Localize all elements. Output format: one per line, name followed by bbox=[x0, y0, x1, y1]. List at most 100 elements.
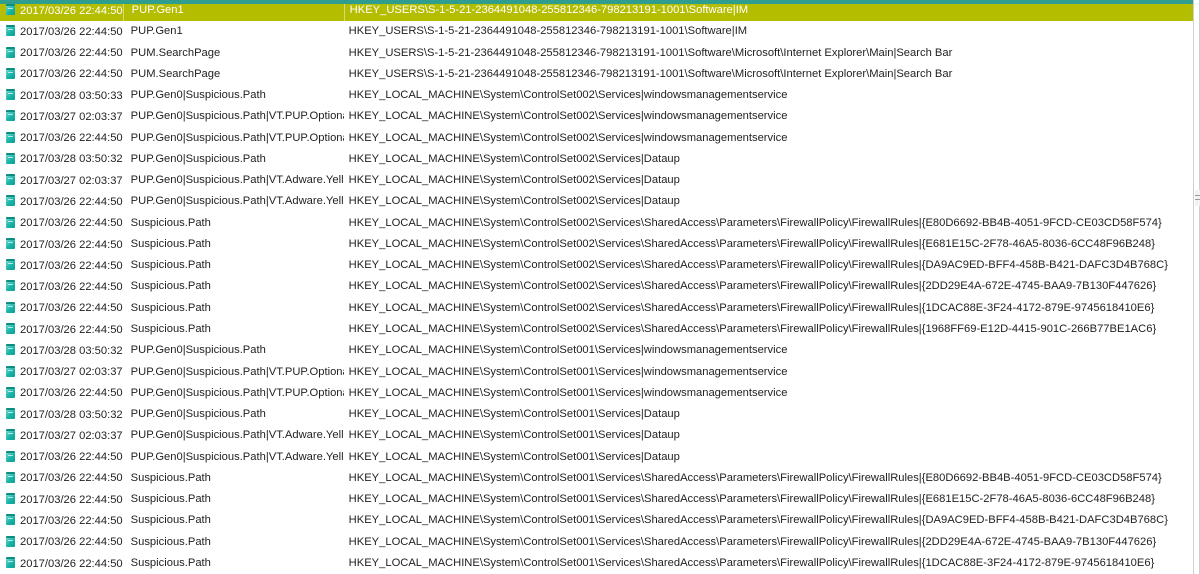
cell-threat-type: Suspicious.Path bbox=[130, 493, 211, 506]
table-row[interactable]: 2017/03/26 22:44:50 PUP.Gen0|Suspicious.P… bbox=[0, 382, 1193, 405]
registry-key-icon-glyph bbox=[6, 514, 15, 526]
registry-key-icon-glyph bbox=[6, 46, 15, 58]
cell-registry-path: HKEY_USERS\S-1-5-21-2364491048-255812346… bbox=[348, 67, 953, 80]
cell-threat-type: Suspicious.Path bbox=[130, 216, 211, 229]
cell-registry-path: HKEY_LOCAL_MACHINE\System\ControlSet001\… bbox=[348, 365, 788, 378]
cell-threat-type: PUP.Gen0|Suspicious.Path|VT.Adware.Yello… bbox=[130, 195, 344, 208]
cell-threat-type: Suspicious.Path bbox=[130, 322, 211, 335]
cell-detection-date: 2017/03/26 22:44:50 bbox=[20, 515, 123, 527]
table-row[interactable]: 2017/03/26 22:44:50 Suspicious.Path HKEY_L… bbox=[0, 510, 1193, 532]
registry-key-icon-glyph bbox=[6, 89, 15, 101]
registry-key-icon bbox=[0, 21, 20, 42]
cell-detection-date: 2017/03/26 22:44:50 bbox=[20, 557, 123, 570]
cell-threat-type: PUP.Gen0|Suspicious.Path|VT.PUP.Optional… bbox=[130, 131, 344, 144]
table-row[interactable]: 2017/03/26 22:44:50 Suspicious.Path HKEY_L… bbox=[0, 531, 1193, 553]
table-row[interactable]: 2017/03/26 22:44:50 Suspicious.Path HKEY_L… bbox=[0, 489, 1193, 511]
table-row[interactable]: 2017/03/26 22:44:50 PUP.Gen1 HKEY_USERS\S-… bbox=[0, 21, 1193, 43]
cell-registry-path: HKEY_LOCAL_MACHINE\System\ControlSet002\… bbox=[348, 280, 1157, 293]
cell-detection-date: 2017/03/26 22:44:50 bbox=[20, 323, 123, 336]
registry-key-icon-glyph bbox=[6, 556, 15, 568]
cell-threat-type: Suspicious.Path bbox=[130, 471, 211, 484]
registry-key-icon-glyph bbox=[6, 174, 15, 186]
registry-key-icon-glyph bbox=[6, 493, 15, 505]
table-row[interactable]: 2017/03/28 03:50:32 PUP.Gen0|Suspicious.P… bbox=[0, 148, 1193, 171]
cell-threat-type: Suspicious.Path bbox=[130, 237, 211, 250]
cell-threat-type: PUM.SearchPage bbox=[130, 46, 221, 59]
cell-threat-type: PUP.Gen0|Suspicious.Path bbox=[130, 89, 266, 102]
cell-registry-path: HKEY_LOCAL_MACHINE\System\ControlSet002\… bbox=[348, 110, 788, 123]
cell-detection-date: 2017/03/28 03:50:32 bbox=[20, 153, 123, 166]
cell-threat-type: PUP.Gen0|Suspicious.Path bbox=[130, 408, 266, 421]
vertical-scrollbar-thumb[interactable] bbox=[1195, 190, 1200, 206]
registry-key-icon bbox=[0, 234, 20, 255]
cell-registry-path: HKEY_LOCAL_MACHINE\System\ControlSet001\… bbox=[348, 429, 680, 442]
table-row[interactable]: 2017/03/26 22:44:50 Suspicious.Path HKEY_L… bbox=[0, 318, 1193, 341]
table-row[interactable]: 2017/03/26 22:44:50 Suspicious.Path HKEY_L… bbox=[0, 233, 1193, 256]
cell-registry-path: HKEY_USERS\S-1-5-21-2364491048-255812346… bbox=[348, 25, 748, 38]
table-row[interactable]: 2017/03/28 03:50:32 PUP.Gen0|Suspicious.P… bbox=[0, 340, 1193, 362]
table-row[interactable]: 2017/03/26 22:44:50 PUM.SearchPage HKEY_US… bbox=[0, 42, 1193, 64]
registry-key-icon bbox=[0, 106, 20, 127]
cell-threat-type: Suspicious.Path bbox=[130, 259, 211, 272]
scan-results-table[interactable]: 2017/03/26 22:44:50 PUP.Gen1 HKEY_USERS\S-… bbox=[0, 0, 1193, 574]
cell-detection-date: 2017/03/27 02:03:37 bbox=[20, 174, 123, 187]
cell-detection-date: 2017/03/26 22:44:50 bbox=[20, 47, 123, 60]
table-row[interactable]: 2017/03/27 02:03:37 PUP.Gen0|Suspicious.P… bbox=[0, 425, 1193, 447]
table-row[interactable]: 2017/03/26 22:44:50 PUP.Gen0|Suspicious.P… bbox=[0, 191, 1193, 213]
registry-key-icon bbox=[0, 319, 20, 340]
cell-threat-type: Suspicious.Path bbox=[130, 301, 211, 314]
registry-key-icon bbox=[0, 64, 20, 85]
table-row[interactable]: 2017/03/26 22:44:50 Suspicious.Path HKEY_L… bbox=[0, 276, 1193, 298]
cell-threat-type: PUM.SearchPage bbox=[130, 67, 221, 80]
registry-key-icon-glyph bbox=[6, 131, 15, 143]
registry-key-icon bbox=[0, 447, 20, 468]
cell-threat-type: Suspicious.Path bbox=[130, 535, 211, 548]
table-row[interactable]: 2017/03/27 02:03:37 PUP.Gen0|Suspicious.P… bbox=[0, 361, 1193, 383]
table-row[interactable]: 2017/03/26 22:44:50 Suspicious.Path HKEY_L… bbox=[0, 212, 1193, 234]
scan-results-window: 2017/03/26 22:44:50 PUP.Gen1 HKEY_USERS\S-… bbox=[0, 0, 1200, 574]
table-row[interactable]: 2017/03/26 22:44:50 PUM.SearchPage HKEY_US… bbox=[0, 63, 1193, 86]
cell-threat-type: PUP.Gen0|Suspicious.Path bbox=[130, 152, 266, 165]
registry-key-icon-glyph bbox=[6, 25, 15, 37]
registry-key-icon-glyph bbox=[6, 322, 15, 334]
vertical-scrollbar[interactable] bbox=[1193, 0, 1200, 574]
table-row[interactable]: 2017/03/26 22:44:50 PUP.Gen0|Suspicious.P… bbox=[0, 446, 1193, 468]
registry-key-icon-glyph bbox=[6, 237, 15, 249]
table-row[interactable]: 2017/03/26 22:44:50 Suspicious.Path HKEY_L… bbox=[0, 297, 1193, 319]
cell-registry-path: HKEY_USERS\S-1-5-21-2364491048-255812346… bbox=[348, 46, 953, 59]
cell-detection-date: 2017/03/26 22:44:50 bbox=[20, 387, 123, 400]
cell-threat-type: Suspicious.Path bbox=[130, 514, 211, 527]
registry-key-icon-glyph bbox=[6, 216, 15, 228]
registry-key-icon bbox=[0, 362, 20, 383]
cell-threat-type: PUP.Gen0|Suspicious.Path|VT.Adware.Yello… bbox=[130, 429, 344, 442]
registry-key-icon-glyph bbox=[6, 152, 15, 164]
registry-key-icon bbox=[0, 404, 20, 425]
table-row[interactable]: 2017/03/28 03:50:32 PUP.Gen0|Suspicious.P… bbox=[0, 404, 1193, 426]
registry-key-icon bbox=[0, 298, 20, 319]
registry-key-icon bbox=[0, 553, 20, 574]
table-row[interactable]: 2017/03/26 22:44:50 PUP.Gen0|Suspicious.P… bbox=[0, 127, 1193, 149]
table-row[interactable]: 2017/03/26 22:44:50 Suspicious.Path HKEY_L… bbox=[0, 552, 1193, 574]
table-row[interactable]: 2017/03/26 22:44:50 Suspicious.Path HKEY_L… bbox=[0, 467, 1193, 490]
cell-registry-path: HKEY_LOCAL_MACHINE\System\ControlSet001\… bbox=[348, 344, 788, 357]
table-row[interactable]: 2017/03/28 03:50:33 PUP.Gen0|Suspicious.P… bbox=[0, 85, 1193, 107]
cell-detection-date: 2017/03/27 02:03:37 bbox=[20, 429, 123, 442]
cell-detection-date: 2017/03/26 22:44:50 bbox=[20, 259, 123, 272]
cell-detection-date: 2017/03/26 22:44:50 bbox=[20, 4, 123, 17]
cell-detection-date: 2017/03/28 03:50:32 bbox=[20, 344, 123, 357]
registry-key-icon bbox=[0, 510, 20, 531]
cell-detection-date: 2017/03/26 22:44:50 bbox=[20, 132, 123, 145]
registry-key-icon-glyph bbox=[6, 280, 15, 292]
table-row[interactable]: 2017/03/26 22:44:50 Suspicious.Path HKEY_L… bbox=[0, 255, 1193, 277]
registry-key-icon bbox=[0, 532, 20, 553]
table-row[interactable]: 2017/03/27 02:03:37 PUP.Gen0|Suspicious.P… bbox=[0, 170, 1193, 192]
registry-key-icon-glyph bbox=[6, 429, 15, 441]
registry-key-icon bbox=[0, 255, 20, 276]
cell-detection-date: 2017/03/26 22:44:50 bbox=[20, 68, 123, 81]
cell-registry-path: HKEY_LOCAL_MACHINE\System\ControlSet002\… bbox=[348, 216, 1162, 229]
cell-registry-path: HKEY_LOCAL_MACHINE\System\ControlSet002\… bbox=[348, 195, 680, 208]
cell-threat-type: Suspicious.Path bbox=[130, 556, 211, 569]
table-row[interactable]: 2017/03/27 02:03:37 PUP.Gen0|Suspicious.P… bbox=[0, 106, 1193, 128]
registry-key-icon bbox=[0, 276, 20, 297]
cell-detection-date: 2017/03/27 02:03:37 bbox=[20, 366, 123, 379]
